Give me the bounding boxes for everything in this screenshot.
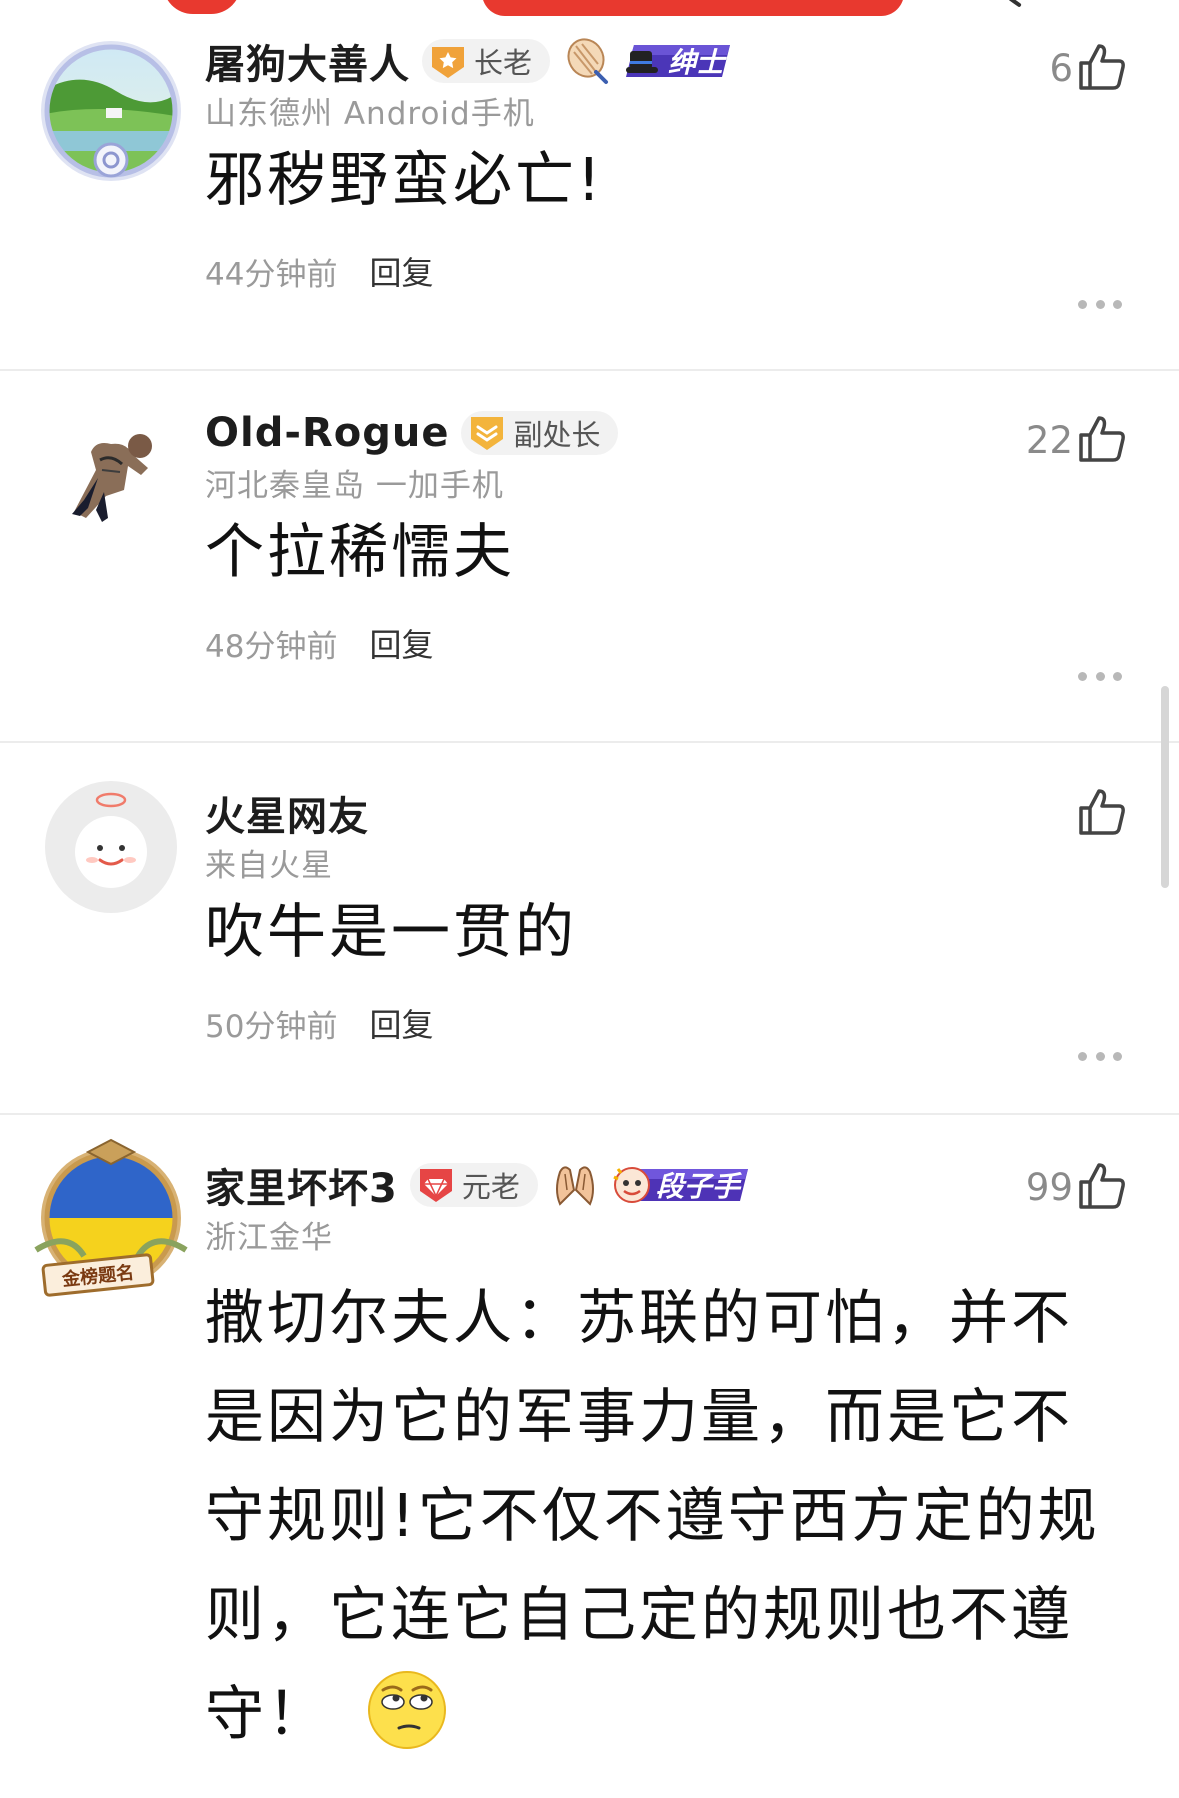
comment-meta: 44分钟前 回复	[205, 248, 433, 294]
top-red-button-fragment[interactable]	[482, 0, 904, 16]
user-location: 浙江金华	[205, 1220, 333, 1256]
username[interactable]: 屠狗大善人	[205, 32, 410, 90]
comment-meta: 50分钟前 回复	[205, 1000, 433, 1046]
like-count: 99	[1025, 1166, 1073, 1209]
rank-badge[interactable]: 长老	[422, 39, 551, 83]
user-location: 山东德州 Android手机	[205, 96, 535, 132]
clap-hands-icon	[555, 1166, 594, 1206]
rank-label: 长老	[474, 46, 533, 80]
more-dots-icon[interactable]	[1078, 298, 1122, 310]
user-location: 来自火星	[205, 848, 333, 884]
name-row: 家里坏坏3 元老 段子手	[205, 1160, 752, 1212]
scrollbar[interactable]	[1161, 686, 1169, 888]
title-tag-label: 绅士	[668, 46, 725, 79]
rank-label: 元老	[461, 1170, 520, 1204]
comment-text[interactable]: 撒切尔夫人：苏联的可怕，并不是因为它的军事力量，而是它不守规则!它不仅不遵守西方…	[205, 1268, 1105, 1763]
title-tag-label: 段子手	[655, 1170, 740, 1203]
comment-time: 50分钟前	[205, 1008, 338, 1045]
name-row: 火星网友	[205, 788, 369, 840]
name-row: Old-Rogue 副处长	[205, 408, 619, 458]
rank-badge[interactable]: 元老	[409, 1163, 538, 1207]
rank-label: 副处长	[513, 418, 601, 452]
like-count: 22	[1025, 419, 1073, 462]
more-dots-icon[interactable]	[1078, 1050, 1122, 1062]
top-icon-fragment	[1008, 0, 1022, 8]
comment-meta: 48分钟前 回复	[205, 620, 433, 666]
like-button[interactable]: 6	[1049, 43, 1127, 91]
title-tag-badge[interactable]: 段子手	[612, 1163, 752, 1207]
name-row: 屠狗大善人 长老 绅士	[205, 36, 736, 88]
eye-roll-emoji-icon	[367, 1671, 446, 1749]
reply-button[interactable]: 回复	[369, 248, 433, 294]
rank-badge[interactable]: 副处长	[461, 411, 619, 455]
user-location: 河北秦皇岛 一加手机	[205, 468, 504, 504]
user-avatar[interactable]	[36, 400, 186, 550]
username[interactable]: Old-Rogue	[205, 410, 449, 456]
reply-button[interactable]: 回复	[369, 1000, 433, 1046]
comment-text[interactable]: 邪秽野蛮必亡!	[205, 131, 1105, 229]
thumbs-up-icon	[1079, 44, 1125, 90]
star-rank-icon	[432, 47, 464, 78]
user-avatar[interactable]	[36, 772, 186, 922]
user-avatar[interactable]	[36, 36, 186, 186]
comment-text[interactable]: 吹牛是一贯的	[205, 883, 1105, 981]
like-button[interactable]: 99	[1026, 1162, 1127, 1210]
title-tag-badge[interactable]: 绅士	[624, 39, 736, 83]
comment-time: 48分钟前	[205, 628, 338, 665]
thumbs-up-icon	[1079, 1163, 1125, 1209]
reply-button[interactable]: 回复	[369, 620, 433, 666]
leaf-medal-icon	[567, 38, 609, 84]
like-count: 6	[1049, 47, 1073, 90]
top-red-icon-fragment	[163, 0, 241, 14]
username[interactable]: 家里坏坏3	[205, 1156, 398, 1214]
shield-rank-icon	[471, 417, 504, 450]
thumbs-up-icon	[1079, 789, 1125, 835]
top-toolbar-fragment	[0, 0, 1179, 20]
divider	[0, 1113, 1179, 1115]
like-button[interactable]	[1073, 788, 1127, 836]
diamond-rank-icon	[419, 1169, 452, 1202]
user-avatar[interactable]: 金榜题名	[28, 1138, 194, 1304]
thumbs-up-icon	[1079, 416, 1125, 462]
username[interactable]: 火星网友	[205, 784, 369, 842]
like-button[interactable]: 22	[1026, 415, 1127, 463]
divider	[0, 741, 1179, 743]
divider	[0, 369, 1179, 371]
comment-text-body: 撒切尔夫人：苏联的可怕，并不是因为它的军事力量，而是它不守规则!它不仅不遵守西方…	[205, 1283, 1100, 1748]
comment-text[interactable]: 个拉稀懦夫	[205, 503, 1105, 601]
more-dots-icon[interactable]	[1078, 670, 1122, 682]
comment-time: 44分钟前	[205, 256, 338, 293]
